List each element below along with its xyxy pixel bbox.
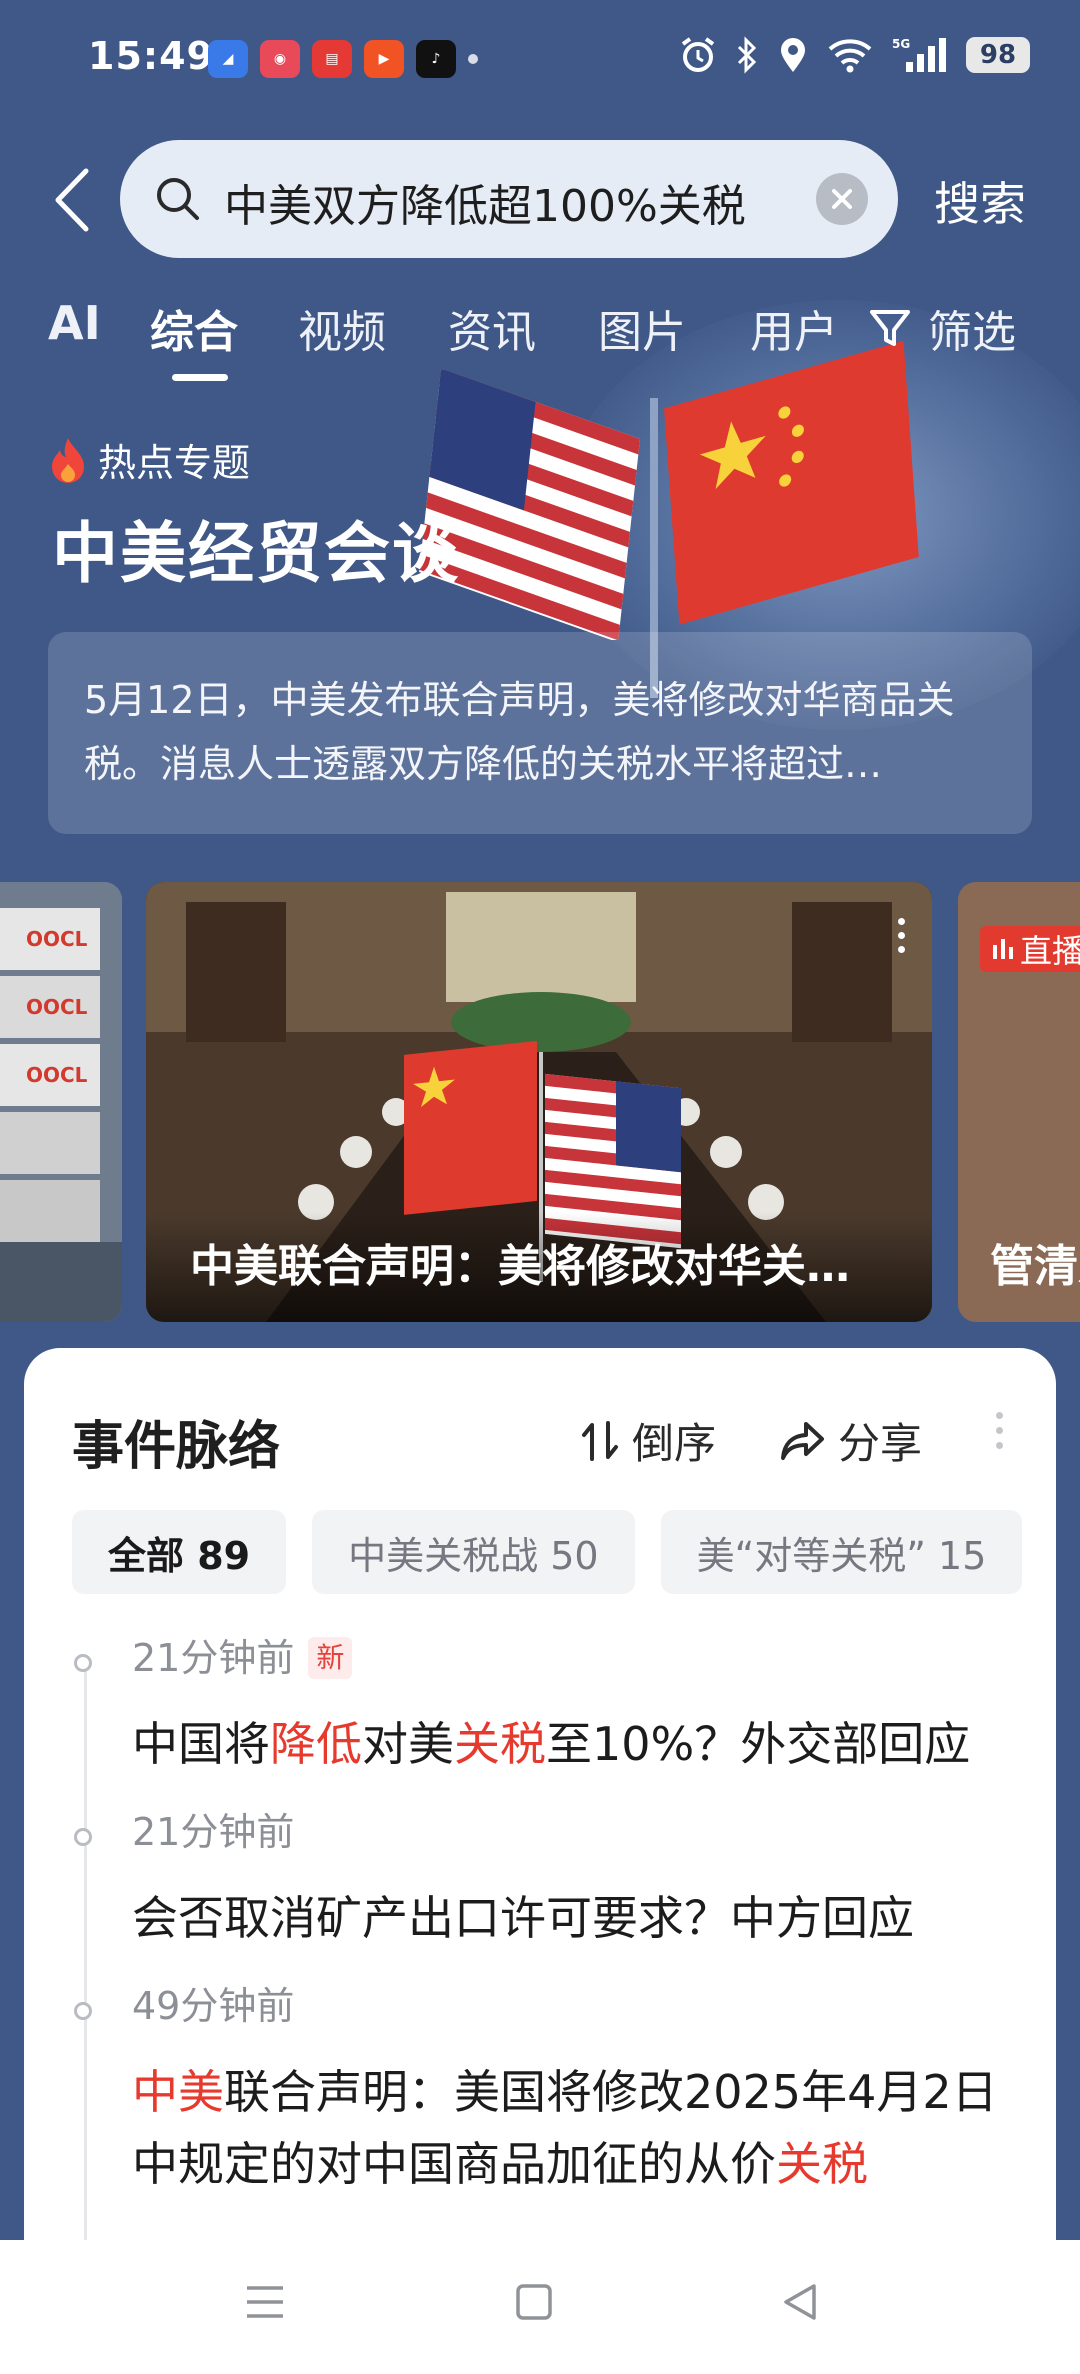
topic-summary-card[interactable]: 5月12日，中美发布联合声明，美将修改对华商品关税。消息人士透露双方降低的关税水… bbox=[48, 632, 1032, 834]
video-app-icon: ▶ bbox=[364, 40, 404, 78]
system-navigation-bar bbox=[0, 2240, 1080, 2374]
more-vertical-icon[interactable] bbox=[996, 1412, 1003, 1457]
wifi-icon bbox=[828, 39, 872, 73]
fire-icon bbox=[52, 437, 84, 483]
back-icon[interactable] bbox=[780, 2282, 820, 2322]
news-card-containers[interactable]: OOCL OOCL OOCL bbox=[0, 882, 122, 1322]
hot-topic-text: 热点专题 bbox=[98, 441, 251, 485]
hot-topic-label: 热点专题 bbox=[48, 432, 250, 487]
chip-all[interactable]: 全部 89 bbox=[72, 1510, 287, 1594]
search-input[interactable]: 中美双方降低超100%关税 bbox=[120, 140, 898, 258]
filter-label: 筛选 bbox=[928, 307, 1016, 358]
news-card-joint-statement[interactable]: 中美联合声明：美将修改对华关… bbox=[146, 882, 932, 1322]
highlighted-keyword: 中美 bbox=[132, 2065, 224, 2119]
shopping-app-icon: ◉ bbox=[260, 40, 300, 78]
live-bars-icon bbox=[993, 939, 1013, 959]
clear-icon[interactable] bbox=[816, 173, 868, 225]
timeline-headline[interactable]: 中美联合声明：美国将修改2025年4月2日中规定的对中国商品加征的从价关税 bbox=[132, 2056, 1012, 2200]
live-card-caption: 管清友 bbox=[990, 1241, 1080, 1292]
timeline-time: 49分钟前 bbox=[132, 1980, 1056, 2032]
event-filter-chips: 全部 89 中美关税战 50 美“对等关税” 15 bbox=[72, 1510, 1023, 1594]
timeline-time: 21分钟前 新 bbox=[132, 1632, 1056, 1684]
back-arrow-icon[interactable] bbox=[48, 165, 98, 235]
timeline-headline[interactable]: 会否取消矿产出口许可要求？中方回应 bbox=[132, 1882, 1012, 1954]
live-badge: 直播 bbox=[980, 926, 1080, 972]
sort-label: 倒序 bbox=[632, 1419, 717, 1468]
tab-comprehensive[interactable]: 综合 bbox=[150, 296, 238, 360]
search-tabs: AI 综合 视频 资讯 图片 用户 筛选 bbox=[0, 296, 1080, 381]
chip-reciprocal-tariff[interactable]: 美“对等关税” 15 bbox=[660, 1510, 1023, 1594]
time-text: 49分钟前 bbox=[132, 1984, 295, 2028]
more-vertical-icon[interactable] bbox=[898, 918, 906, 960]
new-badge: 新 bbox=[308, 1637, 353, 1679]
highlighted-keyword: 降低 bbox=[270, 1717, 362, 1771]
timeline-dot bbox=[74, 2002, 92, 2020]
cellular-5g-icon: 5G bbox=[892, 37, 946, 72]
timeline-dot bbox=[74, 1654, 92, 1672]
live-label: 直播 bbox=[1020, 932, 1080, 970]
status-time: 15:49 bbox=[88, 34, 214, 78]
location-icon bbox=[781, 38, 805, 72]
battery-indicator: 98 bbox=[966, 37, 1030, 73]
sort-icon bbox=[582, 1420, 618, 1461]
notification-icons: ◢ ◉ ▤ ▶ ♪ bbox=[208, 40, 478, 78]
svg-text:5G: 5G bbox=[892, 37, 910, 51]
search-button[interactable]: 搜索 bbox=[934, 168, 1026, 234]
headline-text: 会否取消矿产出口许可要求？中方回应 bbox=[132, 1891, 914, 1945]
tab-images[interactable]: 图片 bbox=[598, 296, 686, 360]
map-app-icon: ◢ bbox=[208, 40, 248, 78]
system-icons: 5G 98 bbox=[680, 36, 1030, 74]
tiktok-app-icon: ♪ bbox=[416, 40, 456, 78]
timeline-list: 21分钟前 新 中国将降低对美关税至10%？外交部回应 21分钟前 会否取消矿产… bbox=[24, 1632, 1056, 2270]
timeline-item[interactable]: 21分钟前 新 中国将降低对美关税至10%？外交部回应 bbox=[24, 1632, 1056, 1780]
svg-text:OOCL: OOCL bbox=[26, 927, 88, 951]
toutiao-app-icon: ▤ bbox=[312, 40, 352, 78]
share-button[interactable]: 分享 bbox=[780, 1410, 922, 1471]
status-bar: 15:49 ◢ ◉ ▤ ▶ ♪ 5G 98 bbox=[0, 0, 1080, 120]
tab-news[interactable]: 资讯 bbox=[448, 296, 536, 360]
headline-text: 对美 bbox=[362, 1717, 454, 1771]
more-notifications-dot bbox=[468, 54, 478, 64]
svg-text:OOCL: OOCL bbox=[26, 1063, 88, 1087]
china-flag-image bbox=[664, 340, 919, 625]
timeline-headline[interactable]: 中国将降低对美关税至10%？外交部回应 bbox=[132, 1708, 1012, 1780]
topic-summary-text: 5月12日，中美发布联合声明，美将修改对华商品关税。消息人士透露双方降低的关税水… bbox=[84, 678, 955, 786]
share-icon bbox=[781, 1421, 824, 1460]
svg-text:OOCL: OOCL bbox=[26, 995, 88, 1019]
share-label: 分享 bbox=[838, 1419, 923, 1468]
tab-users[interactable]: 用户 bbox=[750, 296, 838, 360]
timeline-item[interactable]: 21分钟前 会否取消矿产出口许可要求？中方回应 bbox=[24, 1806, 1056, 1954]
chip-tariff-war[interactable]: 中美关税战 50 bbox=[312, 1510, 635, 1594]
bluetooth-icon bbox=[737, 36, 757, 74]
news-card-live[interactable]: 直播 管清友 bbox=[958, 882, 1080, 1322]
search-icon bbox=[157, 178, 199, 220]
timeline-dot bbox=[74, 1828, 92, 1846]
sort-button[interactable]: 倒序 bbox=[580, 1410, 716, 1471]
headline-text: 至10%？外交部回应 bbox=[546, 1717, 971, 1771]
tab-video[interactable]: 视频 bbox=[298, 296, 386, 360]
alarm-icon bbox=[681, 37, 715, 72]
highlighted-keyword: 关税 bbox=[454, 1717, 546, 1771]
time-text: 21分钟前 bbox=[132, 1810, 295, 1854]
active-tab-indicator bbox=[172, 374, 228, 381]
hot-topic-title[interactable]: 中美经贸会谈 bbox=[52, 500, 460, 596]
headline-text: 中国将 bbox=[132, 1717, 270, 1771]
timeline-item[interactable]: 49分钟前 中美联合声明：美国将修改2025年4月2日中规定的对中国商品加征的从… bbox=[24, 1980, 1056, 2200]
highlighted-keyword: 关税 bbox=[776, 2137, 868, 2191]
filter-icon bbox=[870, 310, 910, 346]
menu-icon[interactable] bbox=[244, 2282, 286, 2322]
event-timeline-panel: 事件脉络 倒序 分享 全部 89 中美关税战 50 美“对等关税” 15 21分… bbox=[24, 1348, 1056, 2270]
filter-button[interactable]: 筛选 bbox=[868, 296, 1016, 360]
home-icon[interactable] bbox=[514, 2282, 554, 2322]
tab-ai[interactable]: AI bbox=[48, 296, 101, 350]
card-caption: 中美联合声明：美将修改对华关… bbox=[190, 1241, 850, 1292]
container-ship-image: OOCL OOCL OOCL bbox=[0, 882, 122, 1322]
time-text: 21分钟前 bbox=[132, 1636, 295, 1680]
timeline-time: 21分钟前 bbox=[132, 1806, 1056, 1858]
panel-title: 事件脉络 bbox=[72, 1417, 281, 1477]
search-query-text[interactable]: 中美双方降低超100%关税 bbox=[224, 170, 746, 234]
